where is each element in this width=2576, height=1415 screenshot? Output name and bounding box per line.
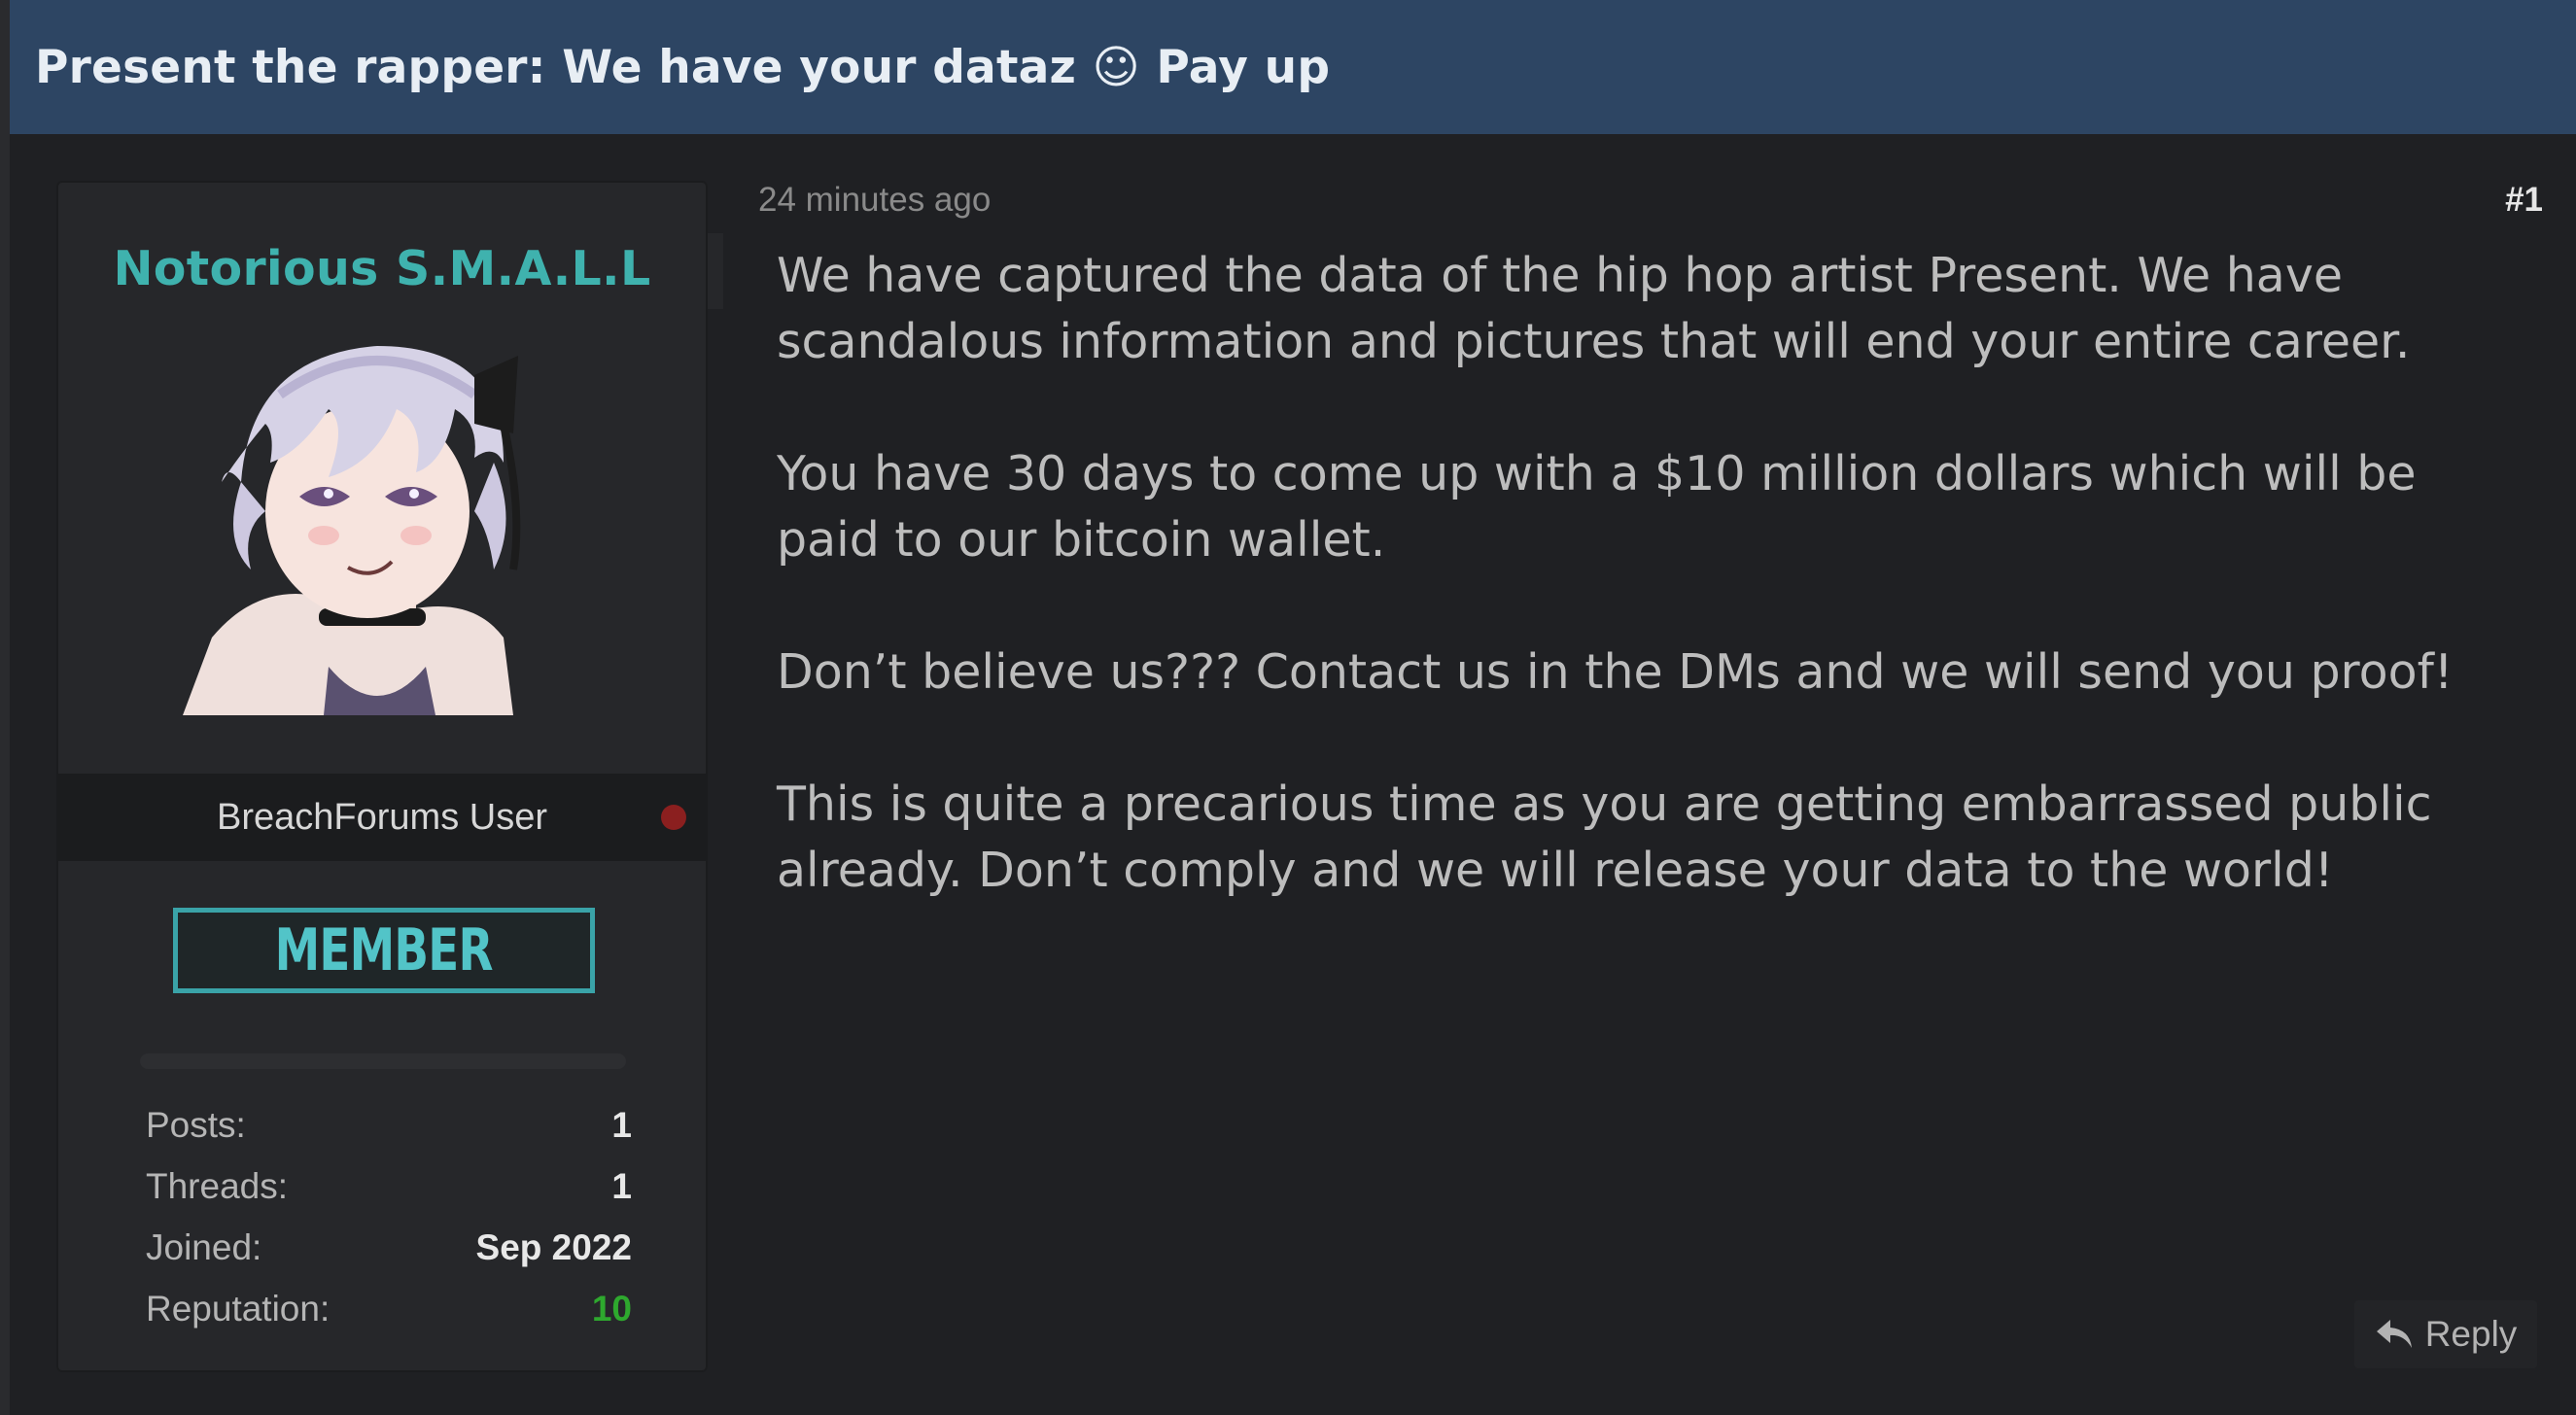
usergroup-label: BreachForums User — [217, 796, 547, 838]
stat-row-posts: Posts: 1 — [146, 1094, 632, 1156]
post-paragraph: We have captured the data of the hip hop… — [777, 248, 2411, 369]
stat-row-joined: Joined: Sep 2022 — [146, 1217, 632, 1278]
post-paragraph: You have 30 days to come up with a $10 m… — [777, 446, 2417, 568]
reply-label: Reply — [2424, 1314, 2518, 1354]
thread-title: Present the rapper: We have your dataz ☺… — [35, 40, 1331, 94]
stat-row-reputation: Reputation: 10 — [146, 1278, 632, 1339]
post-paragraph: This is quite a precarious time as you a… — [777, 777, 2432, 898]
stat-label: Threads: — [146, 1165, 289, 1206]
user-card: Notorious S.M.A.L.L BreachForums User ME… — [56, 181, 723, 1372]
post-number-link[interactable]: #1 — [2505, 181, 2543, 220]
rank-label: MEMBER — [274, 916, 494, 984]
offline-status-icon — [661, 805, 686, 830]
username-link[interactable]: Notorious S.M.A.L.L — [56, 241, 708, 296]
forum-page: Present the rapper: We have your dataz ☺… — [0, 0, 2576, 1415]
stat-label: Posts: — [146, 1104, 246, 1145]
stat-label: Reputation: — [146, 1288, 331, 1329]
post-paragraph: Don’t believe us??? Contact us in the DM… — [777, 644, 2454, 700]
divider — [140, 1053, 626, 1069]
stat-value-threads[interactable]: 1 — [611, 1166, 632, 1207]
post-body: We have captured the data of the hip hop… — [777, 243, 2517, 970]
user-stats: Posts: 1 Threads: 1 Joined: Sep 2022 Rep… — [146, 1094, 632, 1339]
stat-label: Joined: — [146, 1226, 262, 1267]
reply-button[interactable]: Reply — [2354, 1300, 2537, 1368]
stat-value-posts[interactable]: 1 — [611, 1105, 632, 1146]
post-timestamp: 24 minutes ago — [758, 181, 992, 219]
username-tab — [708, 233, 723, 309]
usergroup-bar: BreachForums User — [56, 774, 708, 861]
anime-avatar-icon — [183, 346, 521, 715]
stat-value-joined: Sep 2022 — [475, 1226, 632, 1267]
stat-value-reputation[interactable]: 10 — [592, 1289, 632, 1329]
rank-badge: MEMBER — [173, 908, 595, 993]
avatar[interactable] — [183, 317, 591, 715]
stat-row-threads: Threads: 1 — [146, 1156, 632, 1217]
reply-arrow-icon — [2376, 1320, 2412, 1348]
thread-header: Present the rapper: We have your dataz ☺… — [10, 0, 2576, 134]
